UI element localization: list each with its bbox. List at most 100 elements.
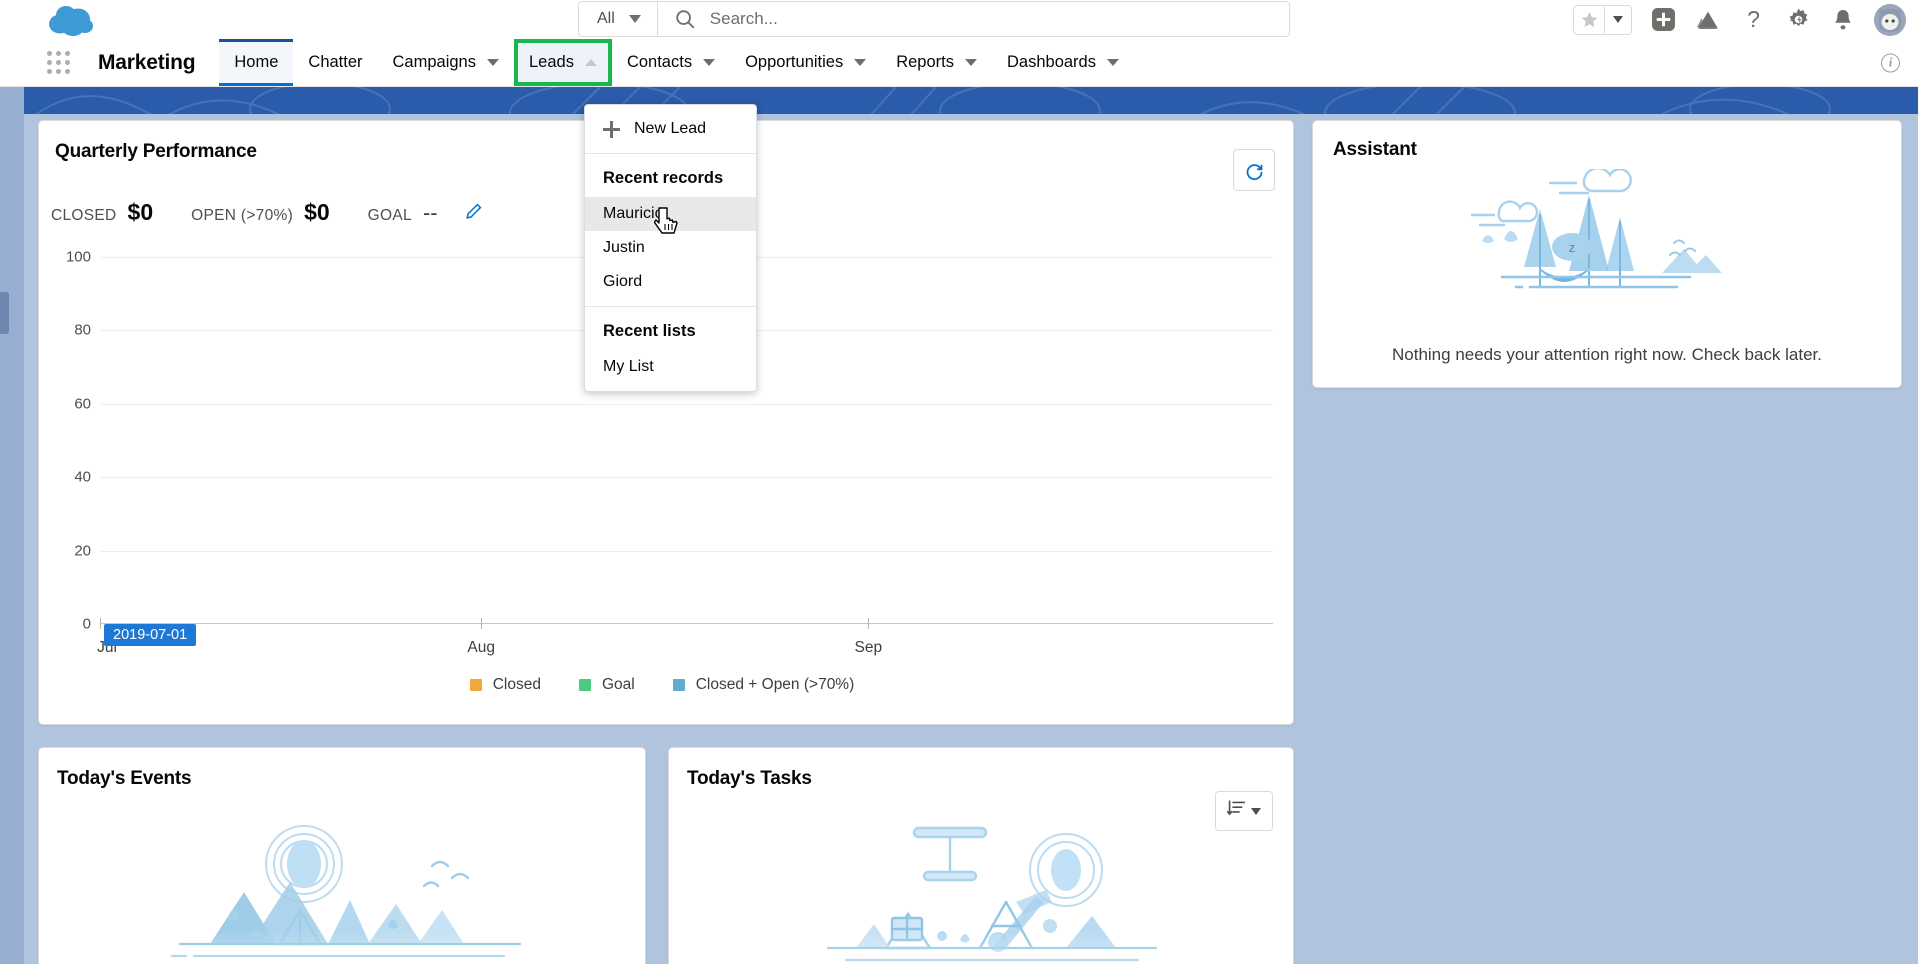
app-name: Marketing <box>98 50 196 74</box>
legend-item-closed[interactable]: Closed <box>469 676 541 694</box>
tasks-sort-button[interactable] <box>1215 791 1273 831</box>
chart-tooltip: 2019-07-01 <box>104 624 197 646</box>
nav-tab-label: Leads <box>528 53 574 71</box>
app-launcher-grid-icon[interactable] <box>36 39 80 86</box>
metric-closed: CLOSED $0 <box>51 199 153 226</box>
card-title: Assistant <box>1333 139 1417 160</box>
plus-icon <box>603 120 620 138</box>
hammock-trees-illustration: z <box>1442 166 1772 324</box>
y-tick-label: 100 <box>65 248 91 266</box>
metric-value: $0 <box>127 199 154 225</box>
chevron-down-icon <box>854 59 867 66</box>
header-actions: ? <box>1573 0 1906 39</box>
y-tick-label: 40 <box>74 468 91 486</box>
x-tick-label: Aug <box>467 639 496 656</box>
sort-list-icon <box>1226 799 1246 823</box>
chevron-down-icon <box>628 15 641 23</box>
menu-item-giord[interactable]: Giord <box>585 265 756 299</box>
todays-events-card: Today's Events <box>38 747 646 964</box>
metric-value: $0 <box>304 199 330 225</box>
menu-item-label: Giord <box>603 273 643 290</box>
favorites-chevron-down-icon[interactable] <box>1604 5 1631 34</box>
metric-goal: GOAL -- <box>368 200 483 226</box>
chart-y-axis: 100 80 60 40 20 0 <box>51 249 97 633</box>
page-banner <box>0 87 1918 114</box>
gear-icon[interactable] <box>1784 6 1812 34</box>
legend-label: Closed <box>492 676 541 693</box>
chart-zero-line <box>100 622 1273 624</box>
todays-tasks-card: Today's Tasks <box>668 747 1294 964</box>
menu-item-new-lead[interactable]: New Lead <box>585 112 756 146</box>
menu-item-mauricio[interactable]: Mauricio <box>585 197 756 231</box>
legend-swatch <box>469 679 482 691</box>
chevron-down-icon <box>486 59 499 66</box>
favorites-group[interactable] <box>1573 4 1632 35</box>
star-icon[interactable] <box>1574 5 1604 34</box>
gridline <box>100 403 1273 405</box>
pencil-icon[interactable] <box>465 202 483 225</box>
nav-tab-campaigns[interactable]: Campaigns <box>378 39 514 86</box>
salesforce-cloud-logo[interactable] <box>45 1 107 39</box>
chart-legend: Closed Goal Closed + Open (>70%) <box>51 668 1273 702</box>
legend-item-closed-open[interactable]: Closed + Open (>70%) <box>672 676 855 694</box>
search-icon <box>658 8 710 30</box>
chevron-up-icon <box>584 59 597 66</box>
nav-tab-list: Home Chatter Campaigns Leads Contacts Op… <box>219 39 1134 86</box>
assistant-card: Assistant z Nothing needs your attention… <box>1312 120 1902 388</box>
nav-tab-leads[interactable]: Leads <box>513 39 612 86</box>
global-search-bar[interactable]: All Search... <box>578 1 1290 37</box>
nav-tab-label: Reports <box>896 53 954 71</box>
chevron-down-icon <box>703 59 716 66</box>
legend-label: Goal <box>601 676 635 693</box>
card-title: Quarterly Performance <box>55 141 257 162</box>
plus-square-icon[interactable] <box>1649 6 1677 34</box>
menu-section-recent-lists: Recent lists My List <box>585 306 756 391</box>
nav-tab-label: Chatter <box>308 53 363 71</box>
nav-tab-label: Home <box>234 53 279 71</box>
nav-tab-reports[interactable]: Reports <box>881 39 992 86</box>
rail-collapse-handle[interactable] <box>0 292 9 334</box>
menu-heading-recent-lists: Recent lists <box>603 322 696 340</box>
nav-tab-label: Dashboards <box>1007 53 1096 71</box>
menu-heading-recent-records: Recent records <box>603 169 724 187</box>
metric-label: OPEN (>70%) <box>191 207 294 224</box>
avatar[interactable] <box>1874 3 1906 36</box>
metric-value: -- <box>422 200 438 225</box>
question-mark-icon[interactable]: ? <box>1739 6 1767 34</box>
nav-tab-contacts[interactable]: Contacts <box>612 39 730 86</box>
search-scope-selector[interactable]: All <box>579 2 658 36</box>
menu-item-label: New Lead <box>634 120 707 137</box>
metric-label: CLOSED <box>51 207 117 224</box>
menu-item-label: My List <box>603 358 654 375</box>
y-tick-label: 80 <box>74 321 91 339</box>
mountain-icon[interactable] <box>1694 6 1722 34</box>
menu-item-my-list[interactable]: My List <box>585 350 756 384</box>
svg-text:?: ? <box>1747 7 1760 32</box>
search-input[interactable]: Search... <box>710 9 778 29</box>
legend-swatch <box>578 679 591 691</box>
metric-open: OPEN (>70%) $0 <box>191 199 330 226</box>
nav-tab-opportunities[interactable]: Opportunities <box>730 39 881 86</box>
fade-overlay <box>39 931 645 964</box>
chevron-down-icon <box>965 59 977 66</box>
menu-item-label: Justin <box>603 239 645 256</box>
svg-text:z: z <box>1569 240 1576 255</box>
leads-dropdown-menu: New Lead Recent records Mauricio Justin … <box>584 104 757 392</box>
nav-tab-label: Campaigns <box>392 53 476 71</box>
refresh-button[interactable] <box>1233 149 1275 191</box>
nav-tab-label: Opportunities <box>745 53 844 71</box>
search-scope-label: All <box>597 10 615 27</box>
gridline <box>100 477 1273 479</box>
bell-icon[interactable] <box>1829 6 1857 34</box>
nav-tab-chatter[interactable]: Chatter <box>293 39 377 86</box>
chevron-down-icon <box>1106 59 1119 66</box>
menu-section-actions: New Lead <box>585 105 756 153</box>
x-tick-label: Sep <box>854 639 883 656</box>
legend-item-goal[interactable]: Goal <box>578 676 635 694</box>
nav-tab-home[interactable]: Home <box>219 39 294 86</box>
legend-label: Closed + Open (>70%) <box>695 676 855 693</box>
menu-item-justin[interactable]: Justin <box>585 231 756 265</box>
info-icon[interactable]: i <box>1881 53 1900 72</box>
nav-tab-dashboards[interactable]: Dashboards <box>992 39 1134 86</box>
nav-tab-label: Contacts <box>626 53 693 71</box>
